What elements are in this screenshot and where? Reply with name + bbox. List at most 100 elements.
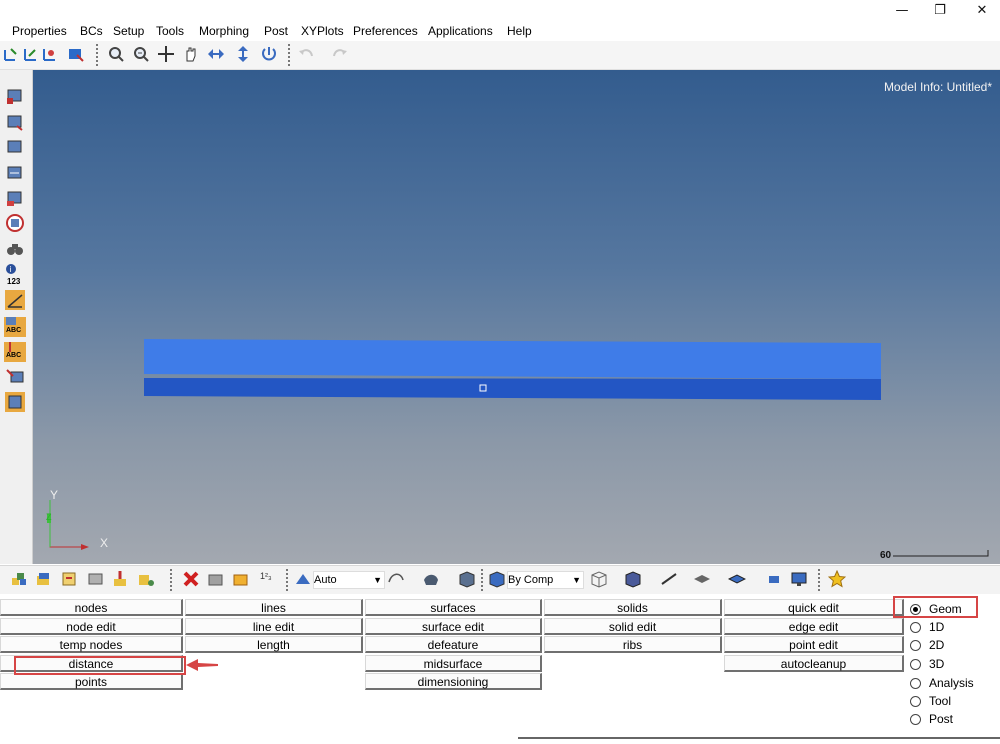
restore-button[interactable]: ❐ [925,2,955,20]
radio-dot[interactable] [910,659,921,671]
stop-icon[interactable] [5,213,25,233]
radio-post[interactable]: Post [910,710,953,728]
radio-dot[interactable] [910,678,921,690]
radio-2d[interactable]: 2D [910,636,944,654]
organize-icon[interactable] [207,570,225,588]
solid-edit-button[interactable]: solid edit [544,618,722,635]
center-icon[interactable] [157,45,175,63]
color-mode-icon[interactable] [488,570,506,588]
solids-button[interactable]: solids [544,599,722,616]
svg-text:i: i [10,265,12,274]
radio-dot[interactable] [910,696,921,708]
menu-morphing[interactable]: Morphing [199,23,249,39]
menu-preferences[interactable]: Preferences [353,23,418,39]
assemblies-icon[interactable] [35,570,53,588]
move-horizontal-icon[interactable] [207,45,225,63]
midsurface-button[interactable]: midsurface [365,655,542,672]
visualization-mode-icon[interactable] [294,570,312,588]
radio-dot[interactable] [910,622,921,634]
radio-dot[interactable] [910,640,921,652]
radio-1d[interactable]: 1D [910,618,944,636]
label-abc-icon[interactable]: ABC [4,317,26,337]
isolate-icon[interactable] [5,188,25,208]
axis-lines [49,500,81,548]
transform-icon[interactable] [5,366,25,386]
radio-tool[interactable]: Tool [910,692,951,710]
load-collector-icon[interactable] [112,570,130,588]
menu-bar: Properties BCs Setup Tools Morphing Post… [0,22,1000,40]
zoom-window-icon[interactable] [107,45,125,63]
label-abc-arrow-icon[interactable]: ABC [4,342,26,362]
line-icon[interactable] [660,570,678,588]
defeature-button[interactable]: defeature [365,636,542,653]
unmask-icon[interactable] [5,112,25,132]
lines-button[interactable]: lines [185,599,363,616]
dimensioning-button[interactable]: dimensioning [365,673,542,690]
surfaces-icon[interactable] [87,570,105,588]
redo-icon[interactable] [331,45,349,63]
plane-icon[interactable] [5,392,25,412]
geometry-display-icon[interactable] [766,570,784,588]
view-toolbar [0,41,1000,70]
rotate-icon[interactable] [260,45,278,63]
surfaces-button[interactable]: surfaces [365,599,542,616]
delete-icon[interactable] [182,570,200,588]
move-vertical-icon[interactable] [234,45,252,63]
plane-fill-icon[interactable] [693,570,711,588]
menu-xyplots[interactable]: XYPlots [301,23,344,39]
wireframe-icon[interactable] [590,570,608,588]
menu-setup[interactable]: Setup [113,23,144,39]
nodes-button[interactable]: nodes [0,599,183,616]
reverse-icon[interactable] [5,163,25,183]
shaded-elements-icon[interactable] [422,570,440,588]
angle-icon[interactable] [5,290,25,310]
line-edit-button[interactable]: line edit [185,618,363,635]
temp-nodes-button[interactable]: temp nodes [0,636,183,653]
binoculars-icon[interactable] [5,239,25,259]
shaded-mesh-icon[interactable] [624,570,642,588]
menu-post[interactable]: Post [264,23,288,39]
reorder-icon[interactable] [232,570,250,588]
view-xy-icon[interactable] [2,45,20,63]
solids-icon[interactable] [60,570,78,588]
favorite-star-icon[interactable] [828,570,846,588]
point-edit-button[interactable]: point edit [724,636,904,653]
shaded-icon[interactable] [387,570,405,588]
close-button[interactable]: ✕ [967,2,997,20]
radio-dot[interactable] [910,714,921,726]
cube-icon[interactable] [458,570,476,588]
menu-tools[interactable]: Tools [156,23,184,39]
ribs-button[interactable]: ribs [544,636,722,653]
menu-help[interactable]: Help [507,23,532,39]
radio-3d[interactable]: 3D [910,655,944,673]
find-icon[interactable] [5,137,25,157]
edge-edit-button[interactable]: edge edit [724,618,904,635]
radio-analysis[interactable]: Analysis [910,674,974,692]
length-button[interactable]: length [185,636,363,653]
monitor-icon[interactable] [790,570,808,588]
points-button[interactable]: points [0,673,183,690]
menu-properties[interactable]: Properties [12,23,67,39]
surface-edit-button[interactable]: surface edit [365,618,542,635]
graphics-viewport[interactable]: Model Info: Untitled* Y Z X 60 [33,70,1000,564]
view-xz-icon[interactable] [40,45,58,63]
visualization-mode-select[interactable]: Auto ▼ [313,571,385,589]
surface-fill-icon[interactable] [728,570,746,588]
autocleanup-button[interactable]: autocleanup [724,655,904,672]
view-yz-icon[interactable] [21,45,39,63]
zoom-fit-icon[interactable] [132,45,150,63]
pan-hand-icon[interactable] [182,45,200,63]
components-icon[interactable] [10,570,28,588]
color-mode-select[interactable]: By Comp ▼ [507,571,584,589]
numbering-icon[interactable]: 1²₃ [260,571,272,581]
menu-applications[interactable]: Applications [428,23,493,39]
display-icon[interactable] [67,45,85,63]
toolbar-separator [481,569,485,591]
undo-icon[interactable] [297,45,315,63]
mask-icon[interactable] [5,86,25,106]
node-edit-button[interactable]: node edit [0,618,183,635]
quick-edit-button[interactable]: quick edit [724,599,904,616]
minimize-button[interactable]: — [887,2,917,20]
menu-bcs[interactable]: BCs [80,23,103,39]
system-icon[interactable] [137,570,155,588]
